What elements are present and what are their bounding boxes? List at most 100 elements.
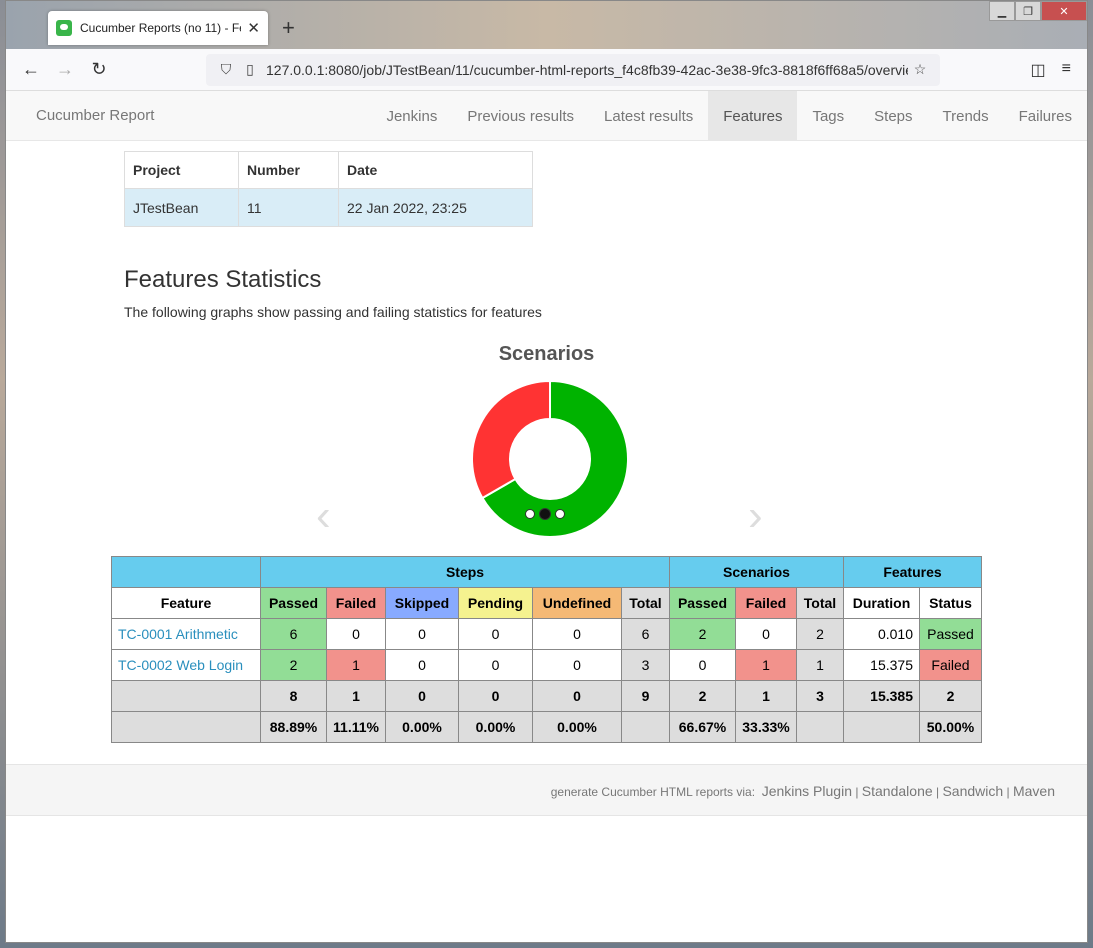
total-status: 2: [919, 680, 982, 712]
cell-status: Failed: [919, 649, 982, 681]
col-skipped[interactable]: Skipped: [385, 587, 459, 619]
pocket-icon[interactable]: ◫: [1031, 60, 1046, 80]
header-group-steps: Steps: [260, 556, 670, 588]
cell-scenarios-failed: 1: [735, 649, 797, 681]
browser-toolbar: ← → ↻ ⛉ ▯ 127.0.0.1:8080/job/JTestBean/1…: [6, 49, 1087, 91]
nav-latest-results[interactable]: Latest results: [589, 91, 708, 141]
cell-steps-passed: 2: [260, 649, 327, 681]
pct-scenarios-total: [796, 711, 844, 743]
col-steps-total[interactable]: Total: [621, 587, 670, 619]
section-title: Features Statistics: [124, 266, 322, 293]
footer: generate Cucumber HTML reports via: Jenk…: [6, 764, 1087, 816]
pct-scenarios-failed: 33.33%: [735, 711, 797, 743]
nav-steps[interactable]: Steps: [859, 91, 927, 141]
report-navbar: Cucumber Report Jenkins Previous results…: [6, 91, 1087, 141]
pct-feature: [111, 711, 261, 743]
nav-features[interactable]: Features: [708, 91, 798, 141]
col-scenarios-total[interactable]: Total: [796, 587, 844, 619]
total-skipped: 0: [385, 680, 459, 712]
carousel-dot-2[interactable]: [539, 508, 551, 520]
cell-steps-total: 3: [621, 649, 670, 681]
footer-link-standalone[interactable]: Standalone: [862, 783, 933, 799]
table-row: TC-0002 Web Login 2 1 0 0 0 3 0 1 1 15.3…: [111, 649, 982, 681]
header-group-scenarios: Scenarios: [669, 556, 844, 588]
pct-skipped: 0.00%: [385, 711, 459, 743]
cell-skipped: 0: [385, 649, 459, 681]
reload-icon[interactable]: ↻: [82, 59, 116, 80]
footer-link-sandwich[interactable]: Sandwich: [942, 783, 1003, 799]
table-row: TC-0001 Arithmetic 6 0 0 0 0 6 2 0 2 0.0…: [111, 618, 982, 650]
cell-scenarios-failed: 0: [735, 618, 797, 650]
new-tab-icon[interactable]: +: [282, 15, 295, 41]
cell-scenarios-passed: 2: [669, 618, 736, 650]
section-description: The following graphs show passing and fa…: [124, 304, 542, 320]
close-tab-icon[interactable]: ✕: [247, 19, 260, 37]
url-text[interactable]: 127.0.0.1:8080/job/JTestBean/11/cucumber…: [266, 62, 908, 78]
address-bar[interactable]: ⛉ ▯ 127.0.0.1:8080/job/JTestBean/11/cucu…: [206, 53, 940, 86]
cell-steps-passed: 6: [260, 618, 327, 650]
carousel-indicators: [525, 508, 565, 520]
nav-tags[interactable]: Tags: [797, 91, 859, 141]
footer-link-jenkins-plugin[interactable]: Jenkins Plugin: [762, 783, 852, 799]
col-pending[interactable]: Pending: [458, 587, 533, 619]
forward-icon[interactable]: →: [48, 59, 82, 80]
col-scenarios-passed[interactable]: Passed: [669, 587, 736, 619]
browser-tab[interactable]: Cucumber Reports (no 11) - Features Over…: [48, 11, 268, 45]
pct-steps-passed: 88.89%: [260, 711, 327, 743]
col-steps-passed[interactable]: Passed: [260, 587, 327, 619]
cell-duration: 15.375: [843, 649, 920, 681]
number-header: Number: [238, 151, 339, 189]
tab-title: Cucumber Reports (no 11) - Features Over…: [80, 21, 241, 35]
features-statistics-table: Steps Scenarios Features Feature Passed …: [111, 556, 982, 743]
pct-steps-total: [621, 711, 670, 743]
col-scenarios-failed[interactable]: Failed: [735, 587, 797, 619]
footer-link-maven[interactable]: Maven: [1013, 783, 1055, 799]
pct-scenarios-passed: 66.67%: [669, 711, 736, 743]
carousel-dot-1[interactable]: [525, 509, 535, 519]
total-scenarios-failed: 1: [735, 680, 797, 712]
carousel-prev-icon[interactable]: ‹: [316, 491, 331, 541]
cell-scenarios-passed: 0: [669, 649, 736, 681]
menu-icon[interactable]: ≡: [1062, 60, 1071, 80]
nav-trends[interactable]: Trends: [928, 91, 1004, 141]
shield-icon[interactable]: ⛉: [214, 61, 238, 78]
nav-failures[interactable]: Failures: [1004, 91, 1087, 141]
close-window-icon[interactable]: ✕: [1041, 1, 1087, 21]
pct-steps-failed: 11.11%: [326, 711, 386, 743]
chart-title: Scenarios: [498, 343, 595, 365]
cell-scenarios-total: 1: [796, 649, 844, 681]
nav-previous-results[interactable]: Previous results: [452, 91, 589, 141]
col-duration[interactable]: Duration: [843, 587, 920, 619]
donut-slice-failed[interactable]: [471, 379, 551, 500]
col-feature[interactable]: Feature: [111, 587, 261, 619]
total-steps-passed: 8: [260, 680, 327, 712]
col-status[interactable]: Status: [919, 587, 982, 619]
cell-steps-failed: 1: [326, 649, 386, 681]
pct-duration: [843, 711, 920, 743]
cell-pending: 0: [458, 618, 533, 650]
tab-strip: Cucumber Reports (no 11) - Features Over…: [6, 1, 1087, 49]
feature-link[interactable]: TC-0002 Web Login: [111, 649, 261, 681]
window-controls: ▁ ❐ ✕: [989, 1, 1087, 21]
bookmark-star-icon[interactable]: ☆: [908, 61, 932, 78]
cell-steps-failed: 0: [326, 618, 386, 650]
header-group-features: Features: [843, 556, 982, 588]
col-undefined[interactable]: Undefined: [532, 587, 622, 619]
feature-link[interactable]: TC-0001 Arithmetic: [111, 618, 261, 650]
maximize-icon[interactable]: ❐: [1015, 1, 1041, 21]
date-header: Date: [338, 151, 533, 189]
minimize-icon[interactable]: ▁: [989, 1, 1015, 21]
carousel-dot-3[interactable]: [555, 509, 565, 519]
page-icon: ▯: [246, 61, 254, 77]
col-steps-failed[interactable]: Failed: [326, 587, 386, 619]
carousel-next-icon[interactable]: ›: [748, 491, 763, 541]
cell-steps-total: 6: [621, 618, 670, 650]
cell-undefined: 0: [532, 649, 622, 681]
total-steps-total: 9: [621, 680, 670, 712]
brand-link[interactable]: Cucumber Report: [36, 107, 154, 124]
back-icon[interactable]: ←: [14, 59, 48, 80]
nav-jenkins[interactable]: Jenkins: [371, 91, 452, 141]
percent-row: 88.89% 11.11% 0.00% 0.00% 0.00% 66.67% 3…: [111, 711, 982, 743]
project-value: JTestBean: [124, 188, 239, 227]
cell-duration: 0.010: [843, 618, 920, 650]
